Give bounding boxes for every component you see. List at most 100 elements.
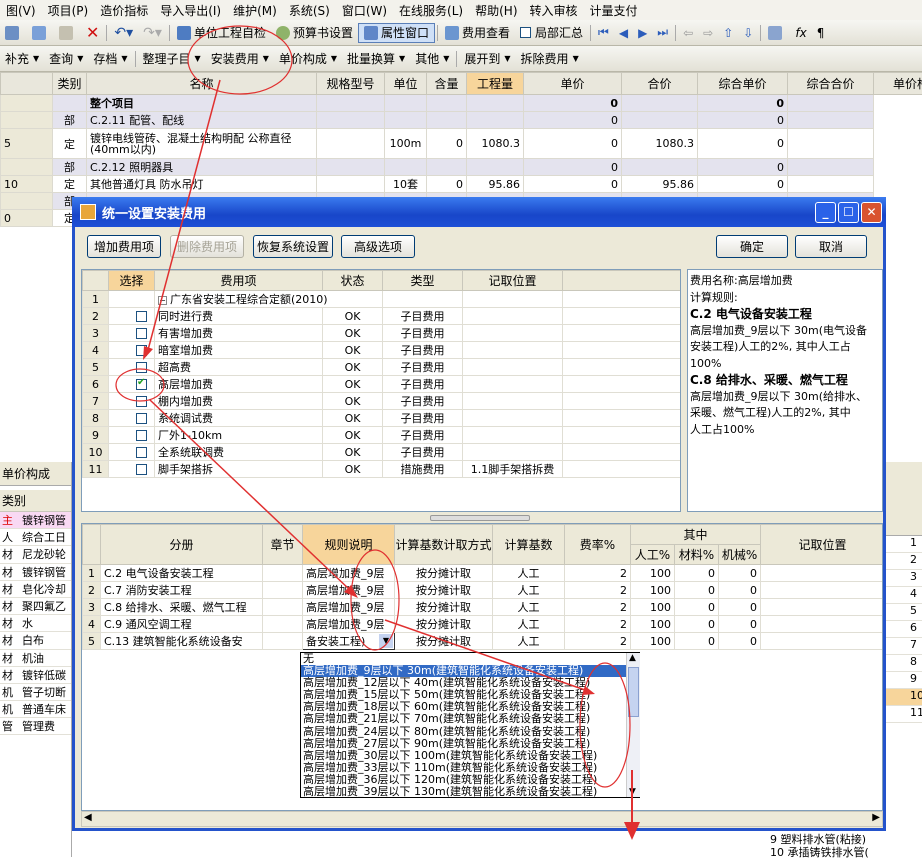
table-cell[interactable]	[1, 159, 53, 176]
column-header-labor[interactable]: 人工%	[631, 545, 675, 565]
list-item[interactable]: 人综合工日	[0, 529, 71, 546]
toolbar2-item[interactable]: 查询▼	[44, 49, 88, 69]
nav-prev-button[interactable]: ◀	[614, 23, 633, 43]
list-item[interactable]: 材聚四氟乙	[0, 598, 71, 615]
fee-name-cell[interactable]: 高层增加费	[155, 376, 323, 393]
fee-name-cell[interactable]: 暗室增加费	[155, 342, 323, 359]
local-summary-checkbox[interactable]: 局部汇总	[515, 23, 588, 43]
fee-type-cell[interactable]: 子目费用	[383, 410, 463, 427]
labor-cell[interactable]: 100	[631, 565, 675, 582]
fee-type-cell[interactable]: 子目费用	[383, 427, 463, 444]
fee-type-cell[interactable]: 子目费用	[383, 342, 463, 359]
material-cell[interactable]: 0	[675, 599, 719, 616]
book-cell[interactable]: C.13 建筑智能化系统设备安	[101, 633, 263, 650]
fee-type-cell[interactable]: 子目费用	[383, 308, 463, 325]
table-row[interactable]: 4暗室增加费OK子目费用	[83, 342, 682, 359]
pos-cell[interactable]	[761, 633, 883, 650]
unit-price-tab[interactable]: 单价构成	[0, 462, 71, 486]
table-cell[interactable]: 5	[1, 129, 53, 159]
select-checkbox[interactable]	[136, 464, 147, 475]
list-item[interactable]: 机普通车床	[0, 701, 71, 718]
table-row[interactable]: 部C.2.11 配管、配线00	[1, 112, 922, 129]
column-header[interactable]: 名称	[87, 73, 317, 95]
table-cell[interactable]	[1, 95, 53, 112]
table-cell[interactable]: 部	[53, 159, 87, 176]
method-cell[interactable]: 按分摊计取	[395, 599, 493, 616]
arrow-up-button[interactable]: ⇧	[718, 23, 738, 43]
fee-name-cell[interactable]: 有害增加费	[155, 325, 323, 342]
fee-pos-cell[interactable]	[463, 444, 563, 461]
fee-pos-cell[interactable]	[463, 359, 563, 376]
unit-price-cell[interactable]	[788, 95, 874, 112]
select-cell[interactable]	[109, 393, 155, 410]
table-row[interactable]: 9厂外1-10kmOK子目费用	[83, 427, 682, 444]
pos-cell[interactable]	[761, 565, 883, 582]
select-checkbox[interactable]	[136, 430, 147, 441]
fee-status-cell[interactable]: OK	[323, 393, 383, 410]
table-cell[interactable]	[53, 95, 87, 112]
labor-cell[interactable]: 100	[631, 582, 675, 599]
column-header-pos[interactable]: 记取位置	[761, 525, 883, 565]
collapse-icon[interactable]: −	[158, 296, 167, 305]
material-cell[interactable]: 0	[675, 633, 719, 650]
list-item[interactable]: 材白布	[0, 632, 71, 649]
rule-cell[interactable]: 备安装工程)▼	[303, 633, 395, 650]
table-cell[interactable]	[467, 112, 524, 129]
select-cell[interactable]	[109, 427, 155, 444]
dropdown-option[interactable]: 高层增加费_21层以下 70m(建筑智能化系统设备安装工程)	[301, 713, 639, 725]
table-cell[interactable]: C.2.11 配管、配线	[87, 112, 317, 129]
column-header[interactable]: 费用项	[155, 271, 323, 291]
column-header[interactable]: 类型	[383, 271, 463, 291]
table-cell[interactable]: 0	[524, 176, 622, 193]
select-checkbox[interactable]	[136, 379, 147, 390]
delete-fee-button[interactable]: 删除费用项	[170, 235, 244, 258]
table-cell[interactable]	[317, 112, 385, 129]
rate-cell[interactable]: 2	[565, 565, 631, 582]
table-cell[interactable]	[467, 95, 524, 112]
paragraph-button[interactable]: ¶	[812, 23, 830, 43]
advanced-options-button[interactable]: 高级选项	[341, 235, 415, 258]
fee-pos-cell[interactable]	[463, 376, 563, 393]
property-window-button[interactable]: 属性窗口	[358, 23, 435, 43]
fee-pos-cell[interactable]	[463, 325, 563, 342]
fee-pos-cell[interactable]	[463, 342, 563, 359]
table-cell[interactable]	[427, 159, 467, 176]
fee-status-cell[interactable]: OK	[323, 444, 383, 461]
list-item[interactable]: 材镀锌钢管	[0, 564, 71, 581]
table-cell[interactable]: 1080.3	[467, 129, 524, 159]
dropdown-option[interactable]: 高层增加费_39层以下 130m(建筑智能化系统设备安装工程)	[301, 786, 639, 798]
select-checkbox[interactable]	[136, 413, 147, 424]
table-cell[interactable]: 0	[427, 176, 467, 193]
unit-price-cell[interactable]	[788, 129, 874, 159]
column-header[interactable]: 单价	[524, 73, 622, 95]
list-item[interactable]: 材尼龙砂轮	[0, 546, 71, 563]
table-cell[interactable]	[317, 129, 385, 159]
copy-button[interactable]	[27, 23, 54, 43]
select-checkbox[interactable]	[136, 328, 147, 339]
rule-cell[interactable]: 高层增加费_9层	[303, 582, 395, 599]
select-cell[interactable]	[109, 376, 155, 393]
arrow-right-button[interactable]: ⇨	[698, 23, 718, 43]
table-cell[interactable]: 整个项目	[87, 95, 317, 112]
cancel-button[interactable]: 取消	[795, 235, 867, 258]
pos-cell[interactable]	[761, 616, 883, 633]
column-header-method[interactable]: 计算基数计取方式	[395, 525, 493, 565]
select-cell[interactable]	[109, 410, 155, 427]
minimize-button[interactable]: _	[815, 202, 836, 223]
unit-price-cell[interactable]	[788, 176, 874, 193]
fee-name-cell[interactable]: 厂外1-10km	[155, 427, 323, 444]
list-item[interactable]: 材机油	[0, 650, 71, 667]
base-cell[interactable]: 人工	[493, 565, 565, 582]
restore-settings-button[interactable]: 恢复系统设置	[253, 235, 333, 258]
table-row[interactable]: 部C.2.12 照明器具00	[1, 159, 922, 176]
table-cell[interactable]	[622, 95, 698, 112]
table-cell[interactable]	[427, 95, 467, 112]
dropdown-scrollbar[interactable]: ▲ ▼	[626, 653, 640, 797]
fee-type-cell[interactable]: 子目费用	[383, 359, 463, 376]
chapter-cell[interactable]	[263, 565, 303, 582]
table-row[interactable]: 3有害增加费OK子目费用	[83, 325, 682, 342]
menu-item[interactable]: 项目(P)	[42, 2, 95, 19]
fee-status-cell[interactable]: OK	[323, 461, 383, 478]
select-checkbox[interactable]	[136, 345, 147, 356]
menu-item[interactable]: 帮助(H)	[469, 2, 523, 19]
